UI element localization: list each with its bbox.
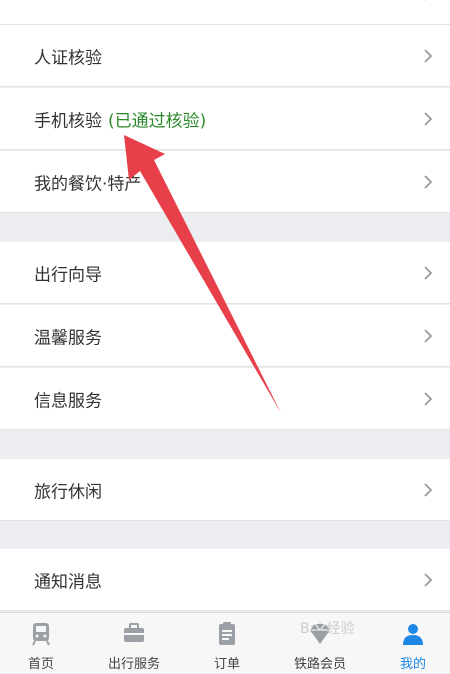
tab-home[interactable]: 首页 — [0, 613, 86, 674]
tab-travel-service[interactable]: 出行服务 — [89, 613, 179, 674]
tab-mine[interactable]: 我的 — [368, 613, 450, 674]
menu-item-leisure[interactable]: 旅行休闲 — [0, 459, 450, 521]
verify-status: (已通过核验) — [108, 111, 207, 131]
menu-item-person-verify[interactable]: 人证核验 — [0, 25, 450, 87]
menu-item-info-service[interactable]: 信息服务 — [0, 368, 450, 430]
menu-item-label: 旅行休闲 — [34, 482, 102, 502]
menu-item-label: 通知消息 — [34, 572, 102, 592]
chevron-right-icon — [424, 48, 433, 63]
tab-label: 订单 — [213, 657, 240, 672]
menu-item-phone-verify[interactable]: 手机核验 (已通过核验) — [0, 88, 450, 150]
chevron-right-icon — [424, 572, 433, 587]
menu-item-catering[interactable]: 我的餐饮·特产 — [0, 151, 450, 213]
section-gap — [0, 213, 450, 242]
chevron-right-icon — [424, 391, 433, 406]
tab-label: 首页 — [27, 657, 54, 672]
clipboard-icon — [219, 622, 235, 645]
tab-label: 我的 — [399, 657, 426, 672]
menu-item-label: 我的餐饮·特产 — [34, 174, 142, 194]
tab-label: 出行服务 — [107, 657, 160, 672]
menu-item-label-text: 手机核验 — [34, 111, 102, 131]
chevron-right-icon — [424, 111, 433, 126]
tab-orders[interactable]: 订单 — [182, 613, 272, 674]
section-gap — [0, 430, 450, 459]
chevron-right-icon — [424, 482, 433, 497]
chevron-right-icon — [424, 174, 433, 189]
user-icon — [403, 624, 423, 645]
menu-item-travel-guide[interactable]: 出行向导 — [0, 242, 450, 304]
menu-item-label: 人证核验 — [34, 48, 102, 68]
menu-item-label: 出行向导 — [34, 265, 102, 285]
chevron-right-icon — [425, 0, 426, 1]
tab-label: 铁路会员 — [293, 657, 346, 672]
menu-item-label: 信息服务 — [34, 391, 102, 411]
briefcase-icon — [124, 623, 144, 642]
menu-item-notifications[interactable]: 通知消息 — [0, 549, 450, 611]
menu-item-warm-service[interactable]: 温馨服务 — [0, 305, 450, 367]
bottom-tab-bar: 首页 出行服务 订单 铁路会员 我的 — [0, 612, 450, 673]
menu-item-label: 温馨服务 — [34, 328, 102, 348]
watermark: Bai 经验 — [300, 621, 355, 637]
menu-item-label: 手机核验 (已通过核验) — [34, 106, 206, 131]
chevron-right-icon — [424, 328, 433, 343]
menu-row-partial[interactable] — [0, 0, 450, 25]
section-gap — [0, 521, 450, 549]
train-icon — [32, 623, 50, 646]
chevron-right-icon — [424, 265, 433, 280]
